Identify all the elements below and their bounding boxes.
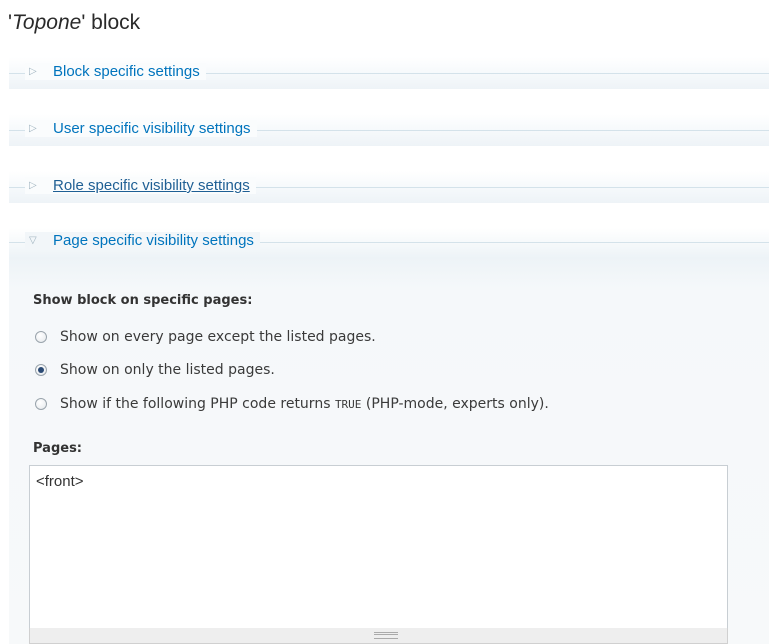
fieldset-block-specific: ▷ Block specific settings [9,57,769,89]
radio-option-only-listed[interactable]: Show on only the listed pages. [35,362,275,378]
radio-label: Show on every page except the listed pag… [60,329,376,345]
pages-label: Pages: [33,441,83,456]
radio-label: Show on only the listed pages. [60,362,275,378]
radio-label: Show if the following PHP code returns T… [60,396,549,412]
fieldset-toggle-role-specific[interactable]: ▷ Role specific visibility settings [25,177,256,194]
textarea-resize-bar[interactable] [29,628,728,644]
triangle-right-icon: ▷ [29,65,37,77]
show-block-heading: Show block on specific pages: [33,293,253,308]
radio-option-except-listed[interactable]: Show on every page except the listed pag… [35,329,376,345]
radio-button[interactable] [35,398,47,410]
pages-textarea[interactable]: <front> [29,465,728,644]
triangle-right-icon: ▷ [29,122,37,134]
fieldset-user-specific: ▷ User specific visibility settings [9,114,769,146]
fieldset-label: User specific visibility settings [53,120,251,137]
page-title: 'Topone' block [8,11,141,34]
fieldset-label: Role specific visibility settings [53,177,250,194]
fieldset-toggle-user-specific[interactable]: ▷ User specific visibility settings [25,120,257,137]
block-name: Topone [12,11,82,34]
radio-label-after-code: (PHP-mode, experts only). [361,396,549,412]
fieldset-toggle-page-specific[interactable]: ▽ Page specific visibility settings [25,232,260,249]
radio-button[interactable] [35,331,47,343]
fieldset-label: Block specific settings [53,63,200,80]
fieldset-role-specific: ▷ Role specific visibility settings [9,171,769,203]
radio-option-php-code[interactable]: Show if the following PHP code returns T… [35,396,549,412]
fieldset-toggle-block-specific[interactable]: ▷ Block specific settings [25,63,206,80]
triangle-right-icon: ▷ [29,179,37,191]
fieldset-label: Page specific visibility settings [53,232,254,249]
title-suffix: block [85,11,141,34]
grip-icon[interactable] [374,632,398,639]
radio-label-before-code: Show if the following PHP code returns [60,396,335,412]
radio-button-checked[interactable] [35,364,47,376]
code-literal: TRUE [334,398,362,411]
triangle-down-icon: ▽ [29,234,37,246]
